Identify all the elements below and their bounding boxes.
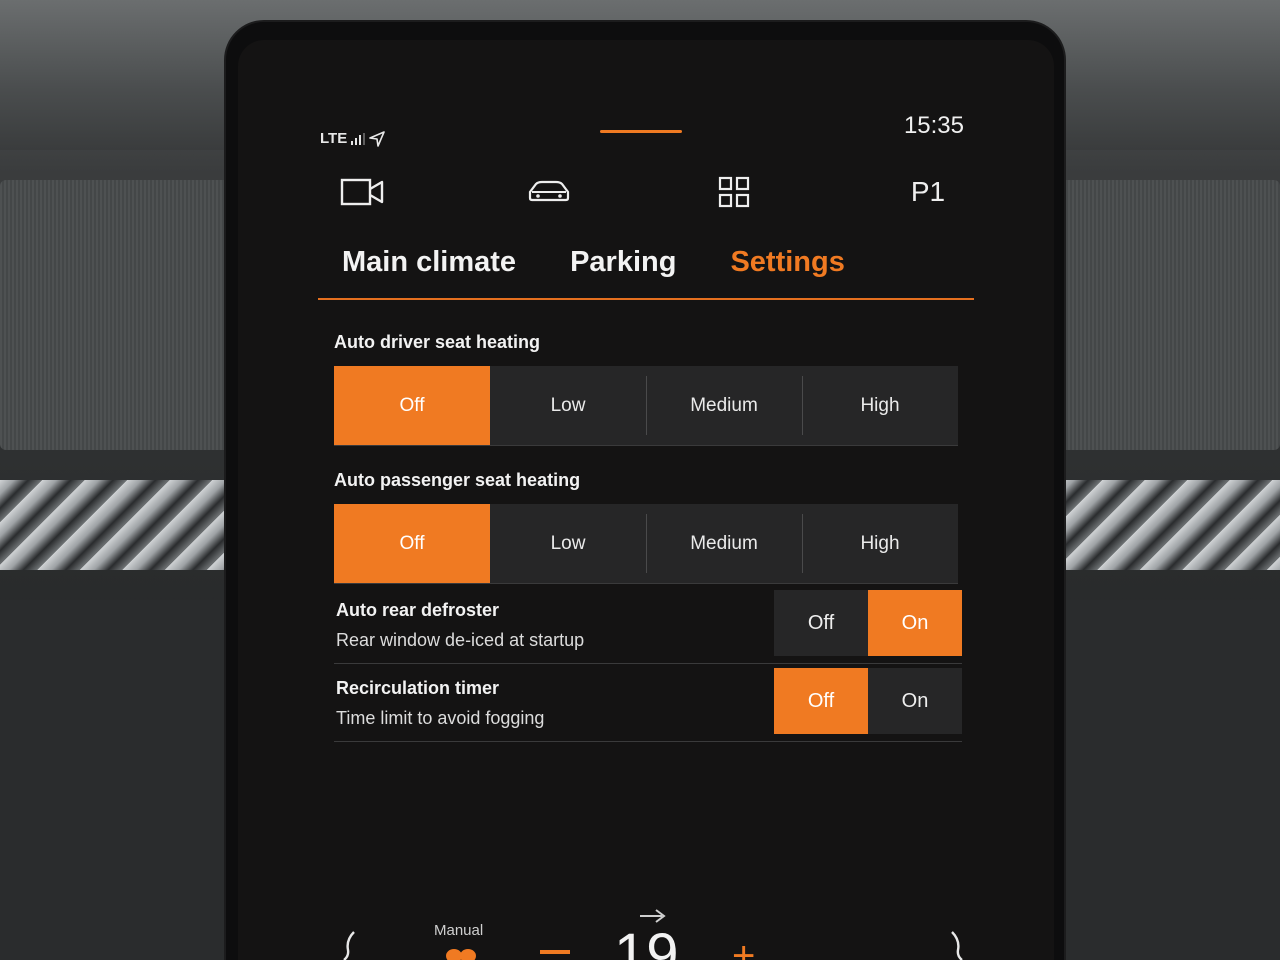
temperature-display[interactable]: 19 xyxy=(614,926,679,960)
right-dash-panel xyxy=(1060,180,1280,450)
passenger-seat-off-option[interactable]: Off xyxy=(334,504,490,583)
driver-seat-heating-label: Auto driver seat heating xyxy=(334,332,541,352)
tab-main-climate[interactable]: Main climate xyxy=(342,246,516,279)
signal-bars-icon xyxy=(351,132,366,145)
network-status: LTE xyxy=(320,130,386,147)
fan-icon[interactable] xyxy=(444,942,480,960)
recirculation-timer-toggle: Off On xyxy=(774,668,962,734)
driver-seat-high-option[interactable]: High xyxy=(802,366,958,445)
tab-underline xyxy=(318,298,974,300)
climate-bar: Manual 19 + xyxy=(238,902,1054,960)
passenger-seat-heating-label: Auto passenger seat heating xyxy=(334,470,581,490)
recirculation-timer-subtitle: Time limit to avoid fogging xyxy=(336,708,545,728)
drag-handle[interactable] xyxy=(600,130,682,133)
driver-seat-low-option[interactable]: Low xyxy=(490,366,646,445)
tab-parking[interactable]: Parking xyxy=(570,246,676,279)
rear-defroster-title: Auto rear defroster xyxy=(336,600,500,620)
left-lower-console xyxy=(0,600,240,960)
passenger-seat-heating-selector: Off Low Medium High xyxy=(334,504,958,584)
tab-settings[interactable]: Settings xyxy=(730,246,844,279)
temperature-decrease-button[interactable] xyxy=(540,950,570,954)
rear-defroster-row: Auto rear defroster Rear window de-iced … xyxy=(334,586,962,664)
temperature-increase-button[interactable]: + xyxy=(732,936,755,960)
rear-defroster-on-option[interactable]: On xyxy=(868,590,962,656)
location-arrow-icon xyxy=(369,130,386,147)
infotainment-screen: LTE 15:35 P1 Main climate Parking Settin… xyxy=(238,40,1054,960)
right-trim xyxy=(1060,480,1280,570)
left-dash-panel xyxy=(0,180,240,450)
tab-bar: Main climate Parking Settings xyxy=(342,246,845,279)
apps-grid-icon[interactable] xyxy=(716,172,752,212)
fan-mode-label: Manual xyxy=(434,922,484,939)
rear-defroster-off-option[interactable]: Off xyxy=(774,590,868,656)
camera-icon[interactable] xyxy=(338,172,386,212)
recirculation-timer-title: Recirculation timer xyxy=(336,678,500,698)
right-lower-console xyxy=(1060,600,1280,960)
rear-defroster-toggle: Off On xyxy=(774,590,962,656)
recirculation-off-option[interactable]: Off xyxy=(774,668,868,734)
driver-seat-icon[interactable] xyxy=(338,930,362,960)
driver-seat-off-option[interactable]: Off xyxy=(334,366,490,445)
recirculation-on-option[interactable]: On xyxy=(868,668,962,734)
passenger-seat-high-option[interactable]: High xyxy=(802,504,958,583)
passenger-seat-low-option[interactable]: Low xyxy=(490,504,646,583)
passenger-seat-medium-option[interactable]: Medium xyxy=(646,504,802,583)
network-label: LTE xyxy=(320,130,348,147)
car-icon[interactable] xyxy=(524,172,574,212)
driver-seat-medium-option[interactable]: Medium xyxy=(646,366,802,445)
recirculation-timer-row: Recirculation timer Time limit to avoid … xyxy=(334,664,962,742)
driver-seat-heating-selector: Off Low Medium High xyxy=(334,366,958,446)
passenger-seat-icon[interactable] xyxy=(944,930,968,960)
profile-icon[interactable]: P1 xyxy=(908,172,948,212)
clock: 15:35 xyxy=(903,112,964,139)
left-trim xyxy=(0,480,240,570)
rear-defroster-subtitle: Rear window de-iced at startup xyxy=(336,630,585,650)
